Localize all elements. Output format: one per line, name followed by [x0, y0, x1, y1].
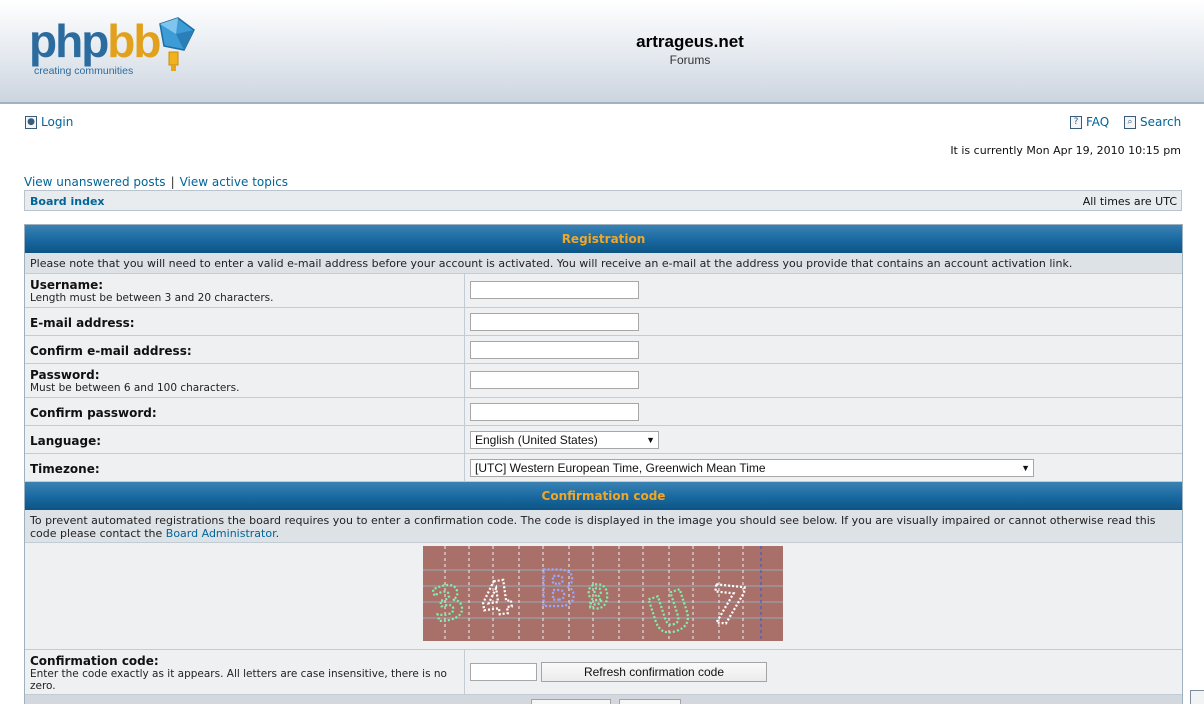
- email-input[interactable]: [470, 313, 639, 331]
- search-icon: ⌕: [1124, 115, 1136, 129]
- confirm-email-input-cell: [466, 336, 1182, 363]
- username-help: Length must be between 3 and 20 characte…: [30, 292, 274, 304]
- timezone-select[interactable]: [UTC] Western European Time, Greenwich M…: [470, 459, 1034, 477]
- email-input-cell: [466, 308, 1182, 335]
- timezone-selected: [UTC] Western European Time, Greenwich M…: [475, 461, 766, 475]
- site-header: phpbb creating communities artrageus.net…: [0, 0, 1204, 104]
- email-label-cell: E-mail address:: [25, 308, 465, 335]
- timezone-label-cell: Timezone:: [25, 454, 465, 481]
- confirm-email-label-cell: Confirm e-mail address:: [25, 336, 465, 363]
- faq-link[interactable]: ? FAQ: [1070, 115, 1109, 129]
- password-label-cell: Password: Must be between 6 and 100 char…: [25, 364, 465, 397]
- language-select[interactable]: English (United States) ▼: [470, 431, 659, 449]
- password-input-cell: [466, 364, 1182, 397]
- search-link[interactable]: ⌕ Search: [1124, 115, 1181, 129]
- header-divider: [0, 102, 1204, 104]
- language-row: Language: English (United States) ▼: [25, 426, 1182, 454]
- confirm-email-label: Confirm e-mail address:: [30, 344, 192, 358]
- refresh-confirmation-button[interactable]: Refresh confirmation code: [541, 662, 767, 682]
- timezone-input-cell: [UTC] Western European Time, Greenwich M…: [466, 454, 1182, 481]
- faq-label: FAQ: [1086, 115, 1110, 129]
- email-label: E-mail address:: [30, 316, 135, 330]
- reset-button[interactable]: [619, 699, 681, 704]
- login-icon: ●: [25, 115, 37, 129]
- confirmation-code-input-cell: Refresh confirmation code: [466, 650, 1182, 694]
- confirm-password-input[interactable]: [470, 403, 639, 421]
- confirmation-code-input[interactable]: [470, 663, 537, 681]
- confirmation-notice: To prevent automated registrations the b…: [25, 510, 1182, 543]
- confirmation-code-row: Confirmation code: Enter the code exactl…: [25, 650, 1182, 695]
- confirmation-code-help: Enter the code exactly as it appears. Al…: [30, 668, 447, 692]
- username-input[interactable]: [470, 281, 639, 299]
- current-time: It is currently Mon Apr 19, 2010 10:15 p…: [950, 144, 1181, 157]
- timezone-label: Timezone:: [30, 462, 100, 476]
- username-label-cell: Username: Length must be between 3 and 2…: [25, 274, 465, 307]
- chevron-down-icon: ▼: [646, 435, 655, 445]
- search-label: Search: [1140, 115, 1182, 129]
- resize-grip[interactable]: [1190, 690, 1204, 704]
- confirm-email-input[interactable]: [470, 341, 639, 359]
- password-help: Must be between 6 and 100 characters.: [30, 382, 240, 394]
- username-row: Username: Length must be between 3 and 2…: [25, 274, 1182, 308]
- site-title: artrageus.net: [636, 32, 744, 51]
- password-row: Password: Must be between 6 and 100 char…: [25, 364, 1182, 398]
- captcha-glyph-6: 7: [707, 575, 749, 638]
- language-label-cell: Language:: [25, 426, 465, 453]
- confirm-email-row: Confirm e-mail address:: [25, 336, 1182, 364]
- timezone-row: Timezone: [UTC] Western European Time, G…: [25, 454, 1182, 482]
- chevron-down-icon: ▼: [1021, 463, 1030, 473]
- confirmation-code-label-cell: Confirmation code: Enter the code exactl…: [25, 650, 465, 694]
- username-input-cell: [466, 274, 1182, 307]
- registration-header: Registration: [25, 225, 1182, 253]
- language-selected: English (United States): [475, 433, 598, 447]
- view-active-link[interactable]: View active topics: [180, 175, 288, 189]
- registration-notice: Please note that you will need to enter …: [25, 253, 1182, 274]
- site-description: Forums: [669, 53, 711, 67]
- view-links: View unanswered posts | View active topics: [24, 175, 288, 189]
- confirm-password-input-cell: [466, 398, 1182, 425]
- login-link[interactable]: ● Login: [25, 115, 73, 129]
- language-label: Language:: [30, 434, 102, 448]
- email-row: E-mail address:: [25, 308, 1182, 336]
- faq-icon: ?: [1070, 115, 1082, 129]
- board-administrator-link[interactable]: Board Administrator: [166, 527, 276, 540]
- password-input[interactable]: [470, 371, 639, 389]
- password-label: Password:: [30, 368, 100, 382]
- submit-button[interactable]: [531, 699, 611, 704]
- login-label: Login: [41, 115, 74, 129]
- breadcrumb: Board index All times are UTC: [24, 190, 1182, 211]
- confirmation-code-label: Confirmation code:: [30, 654, 159, 668]
- view-links-separator: |: [170, 175, 175, 189]
- confirmation-header: Confirmation code: [25, 482, 1182, 510]
- view-unanswered-link[interactable]: View unanswered posts: [24, 175, 166, 189]
- registration-panel: Registration Please note that you will n…: [24, 224, 1183, 704]
- captcha-row: 3 4 B 9 U 7: [25, 543, 1182, 650]
- board-index-link[interactable]: Board index: [30, 195, 105, 208]
- username-label: Username:: [30, 278, 104, 292]
- captcha-image: 3 4 B 9 U 7: [423, 546, 783, 641]
- confirmation-notice-end: .: [275, 527, 280, 540]
- timezone-note: All times are UTC: [1082, 195, 1177, 208]
- language-input-cell: English (United States) ▼: [466, 426, 1182, 453]
- captcha-glyph-4: 9: [587, 578, 609, 616]
- captcha-glyph-3: B: [539, 560, 577, 618]
- confirm-password-row: Confirm password:: [25, 398, 1182, 426]
- confirm-password-label: Confirm password:: [30, 406, 157, 420]
- confirm-password-label-cell: Confirm password:: [25, 398, 465, 425]
